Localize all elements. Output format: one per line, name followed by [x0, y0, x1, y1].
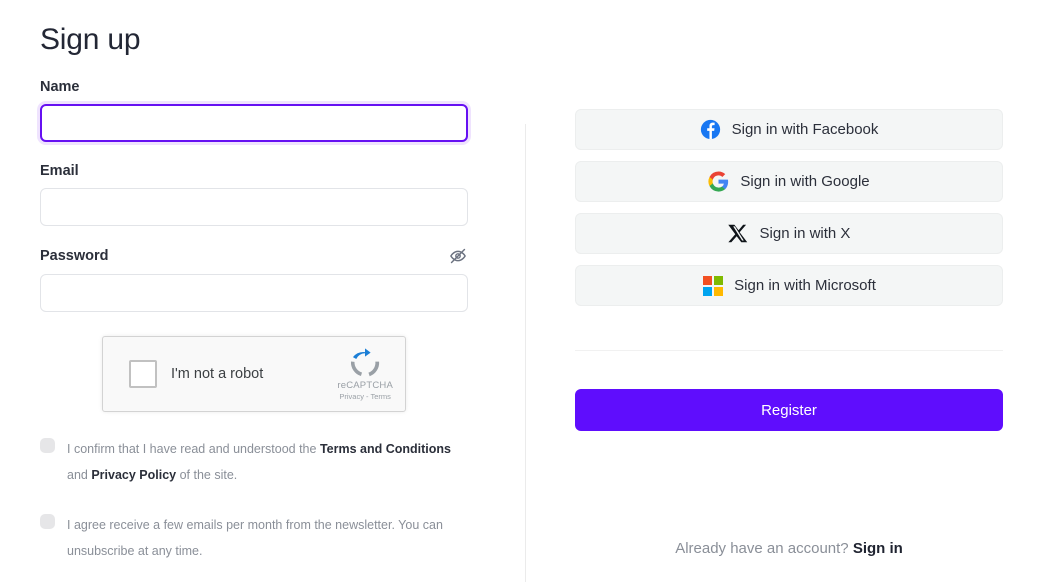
recaptcha-links[interactable]: Privacy - Terms — [337, 392, 393, 401]
consent-text: I agree receive a few emails per month f… — [67, 512, 460, 564]
facebook-icon — [700, 119, 721, 140]
signin-prompt: Already have an account? Sign in — [575, 540, 1003, 557]
consent-checkbox-1[interactable] — [40, 514, 55, 529]
password-field-group: Password — [40, 246, 480, 312]
consent-segment: and — [67, 468, 92, 482]
column-divider — [525, 124, 526, 582]
email-field-group: Email — [40, 162, 480, 226]
email-input[interactable] — [40, 188, 468, 226]
recaptcha-label: I'm not a robot — [171, 366, 264, 382]
social-button-label: Sign in with Facebook — [731, 121, 879, 138]
facebook-signin-button[interactable]: Sign in with Facebook — [575, 109, 1003, 150]
consent-link[interactable]: Privacy Policy — [91, 468, 176, 482]
microsoft-signin-button[interactable]: Sign in with Microsoft — [575, 265, 1003, 306]
section-divider — [575, 350, 1003, 351]
register-button[interactable]: Register — [575, 389, 1003, 431]
consent-row: I confirm that I have read and understoo… — [40, 436, 460, 488]
signup-form-column: Sign up Name Email Password I'm not a ro… — [40, 0, 480, 564]
consent-list: I confirm that I have read and understoo… — [40, 436, 480, 564]
social-button-label: Sign in with Microsoft — [734, 277, 876, 294]
recaptcha-branding: reCAPTCHA Privacy - Terms — [337, 348, 393, 400]
social-button-label: Sign in with X — [759, 225, 851, 242]
social-button-label: Sign in with Google — [740, 173, 870, 190]
signup-page: Sign up Name Email Password I'm not a ro… — [0, 0, 1038, 582]
password-label-row: Password — [40, 246, 468, 266]
name-input[interactable] — [40, 104, 468, 142]
recaptcha-logo-icon — [351, 348, 380, 377]
recaptcha-checkbox[interactable] — [129, 360, 157, 388]
consent-text: I confirm that I have read and understoo… — [67, 436, 460, 488]
signin-link[interactable]: Sign in — [853, 540, 903, 557]
name-field-group: Name — [40, 78, 480, 142]
x-icon — [727, 223, 749, 244]
google-signin-button[interactable]: Sign in with Google — [575, 161, 1003, 202]
social-buttons-list: Sign in with Facebook Sign in with Google… — [575, 109, 1003, 306]
consent-link[interactable]: Terms and Conditions — [320, 442, 451, 456]
consent-segment: I agree receive a few emails per month f… — [67, 518, 443, 558]
signin-prompt-text: Already have an account? — [675, 540, 853, 557]
consent-segment: I confirm that I have read and understoo… — [67, 442, 320, 456]
email-label: Email — [40, 163, 79, 179]
name-label: Name — [40, 79, 80, 95]
recaptcha-widget[interactable]: I'm not a robot reCAPTCHA Privacy - Term… — [102, 336, 406, 412]
recaptcha-brand-name: reCAPTCHA — [337, 380, 393, 391]
password-input[interactable] — [40, 274, 468, 312]
eye-off-icon[interactable] — [448, 246, 468, 266]
page-title: Sign up — [40, 23, 141, 56]
consent-segment: of the site. — [176, 468, 238, 482]
x-signin-button[interactable]: Sign in with X — [575, 213, 1003, 254]
consent-row: I agree receive a few emails per month f… — [40, 512, 460, 564]
password-label: Password — [40, 248, 109, 264]
microsoft-icon — [702, 275, 723, 296]
google-icon — [708, 171, 729, 192]
consent-checkbox-0[interactable] — [40, 438, 55, 453]
